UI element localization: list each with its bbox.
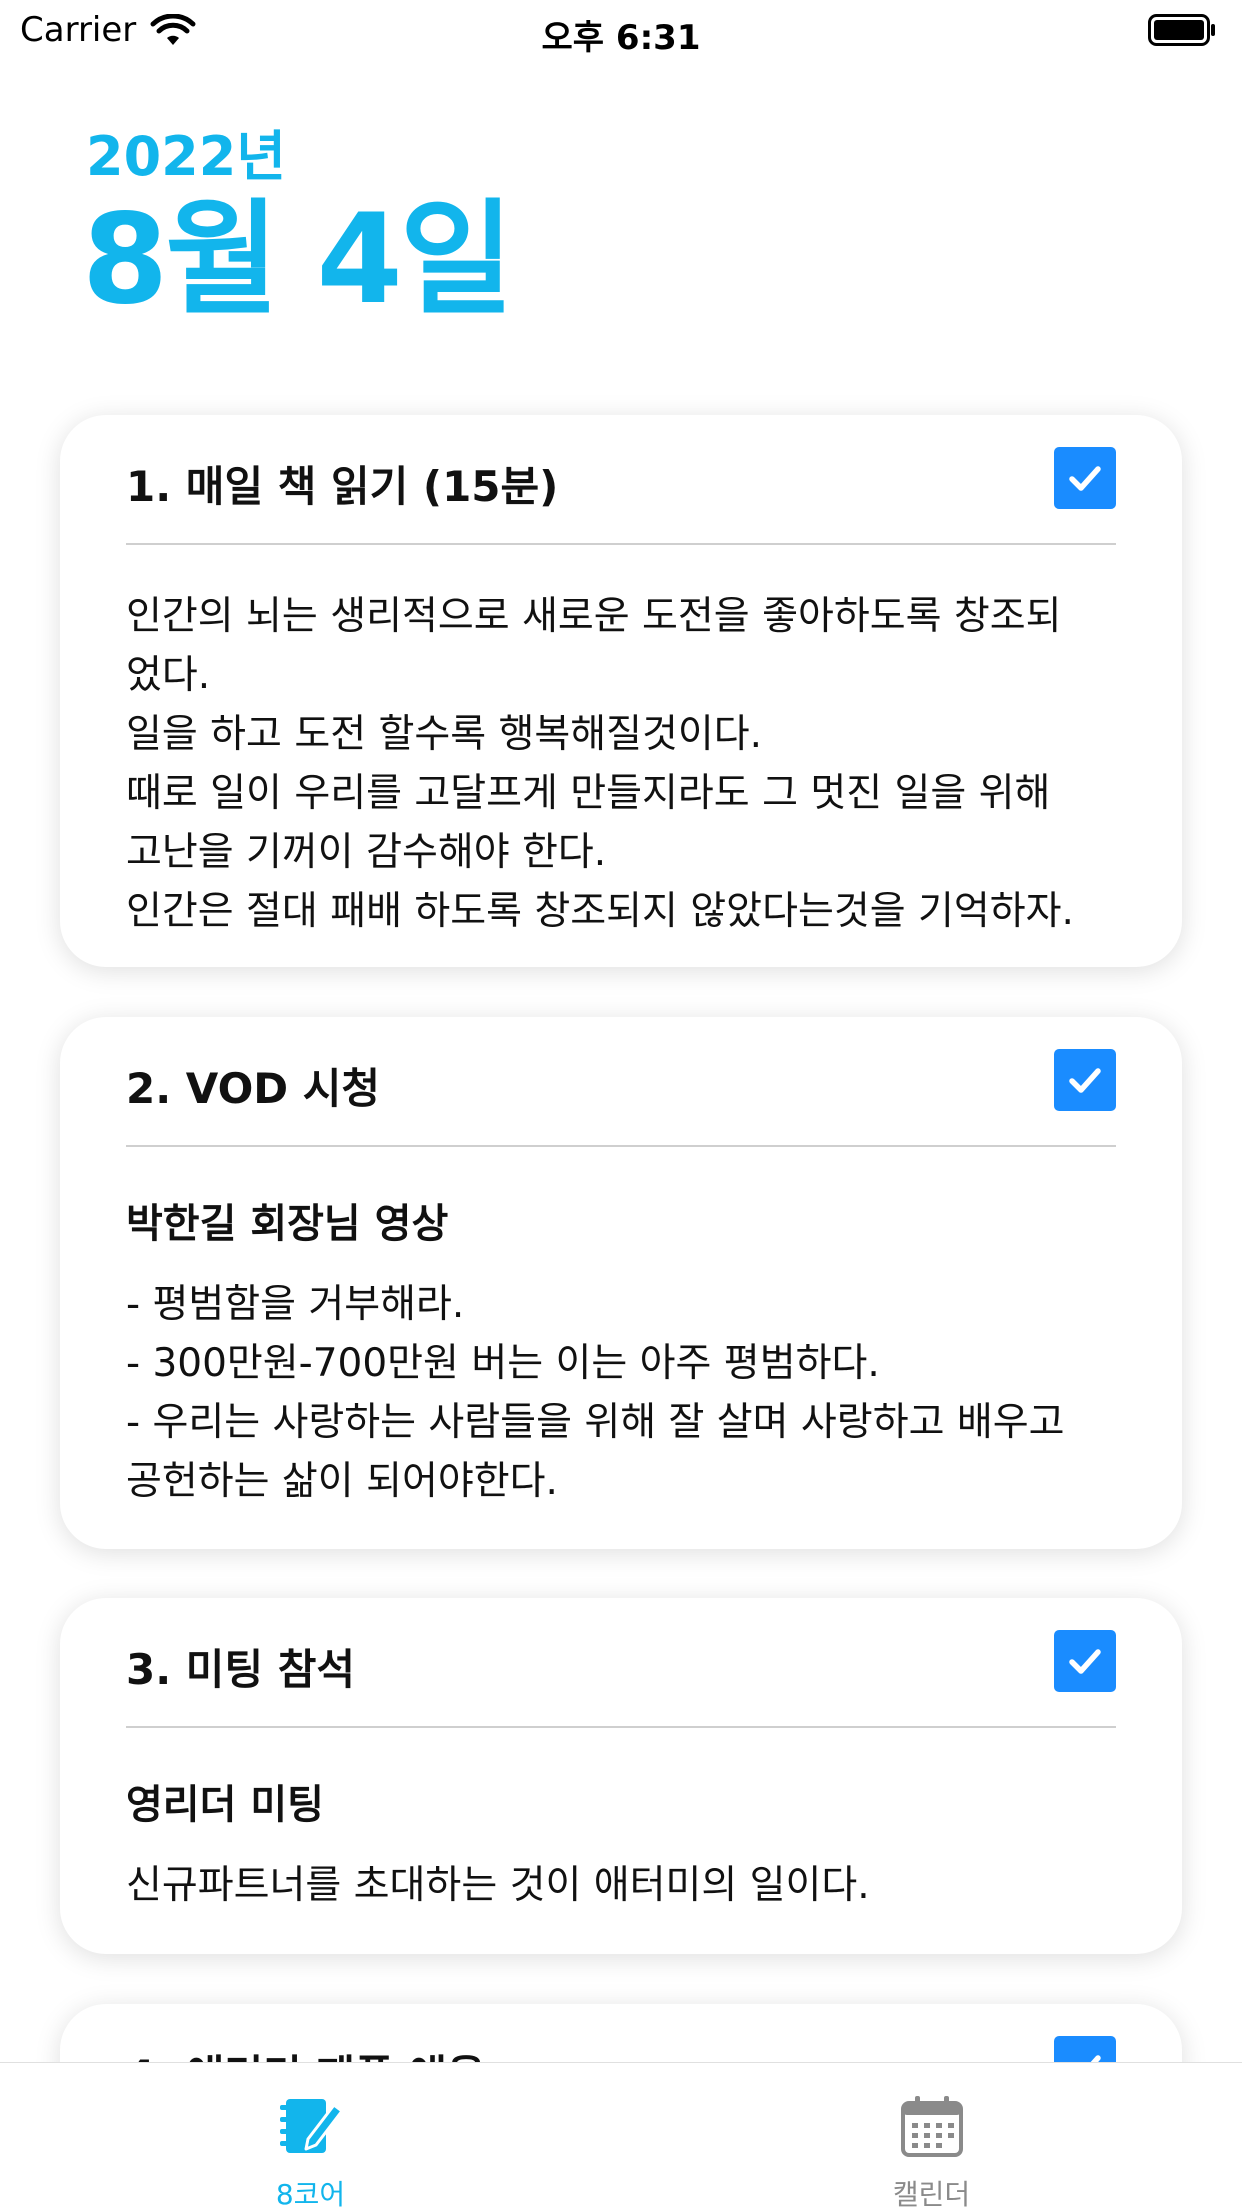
checkmark-icon xyxy=(1069,1649,1101,1674)
done-checkbox[interactable] xyxy=(1054,1049,1116,1111)
checkmark-icon xyxy=(1069,466,1101,491)
card-subtitle: 영리더 미팅 xyxy=(126,1782,324,1828)
battery-icon xyxy=(1148,14,1215,46)
card-header: 2. VOD 시청 xyxy=(126,1017,1116,1147)
task-card[interactable]: 3. 미팅 참석 영리더 미팅 신규파트너를 초대하는 것이 애터미의 일이다. xyxy=(60,1598,1182,1954)
done-checkbox[interactable] xyxy=(1054,1630,1116,1692)
card-body: - 평범함을 거부해라. - 300만원-700만원 버는 이는 아주 평범하다… xyxy=(126,1282,1065,1504)
task-card[interactable]: 1. 매일 책 읽기 (15분) 인간의 뇌는 생리적으로 새로운 도전을 좋아… xyxy=(60,415,1182,967)
status-bar: Carrier 오후 6:31 xyxy=(0,0,1242,62)
checkmark-icon xyxy=(1069,1068,1101,1093)
tab-label: 8코어 xyxy=(275,2178,346,2208)
card-header: 1. 매일 책 읽기 (15분) xyxy=(126,415,1116,545)
card-body: 인간의 뇌는 생리적으로 새로운 도전을 좋아하도록 창조되 었다. 일을 하고… xyxy=(126,594,1074,934)
card-body: 신규파트너를 초대하는 것이 애터미의 일이다. xyxy=(126,1863,870,1908)
tab-calendar[interactable]: 캘린더 xyxy=(621,2063,1242,2208)
date-title: 8월 4일 xyxy=(82,188,514,332)
task-card[interactable]: 2. VOD 시청 박한길 회장님 영상 - 평범함을 거부해라. - 300만… xyxy=(60,1017,1182,1549)
card-subtitle: 박한길 회장님 영상 xyxy=(126,1201,449,1247)
card-title: 2. VOD 시청 xyxy=(126,1064,381,1113)
tab-8core[interactable]: 8코어 xyxy=(0,2063,621,2208)
year-label: 2022년 xyxy=(86,125,286,188)
app-screen: Carrier 오후 6:31 2022년 8월 4일 1. 매일 책 읽기 (… xyxy=(0,0,1242,2208)
card-title: 3. 미팅 참석 xyxy=(126,1645,355,1694)
tab-bar: 8코어 캘린더 xyxy=(0,2062,1242,2208)
calendar-icon xyxy=(900,2096,963,2157)
status-time: 오후 6:31 xyxy=(541,18,701,58)
card-header: 3. 미팅 참석 xyxy=(126,1598,1116,1728)
notebook-pen-icon xyxy=(279,2099,343,2153)
tab-label: 캘린더 xyxy=(892,2178,971,2208)
done-checkbox[interactable] xyxy=(1054,447,1116,509)
card-title: 1. 매일 책 읽기 (15분) xyxy=(126,462,559,511)
